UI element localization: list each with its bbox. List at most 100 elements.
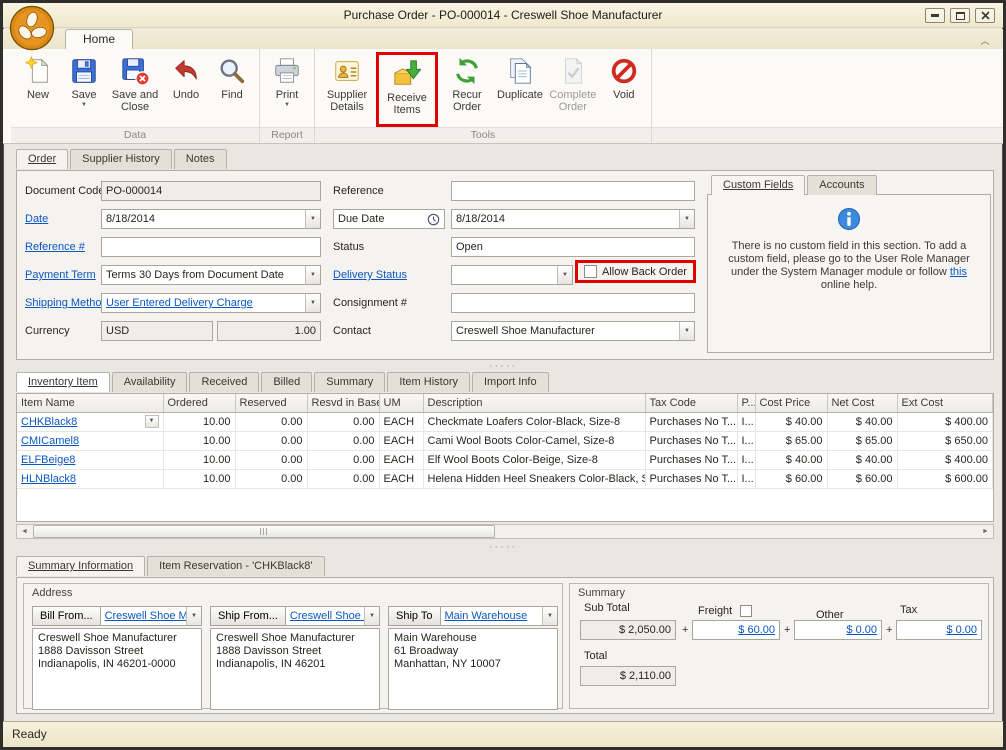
cell-reserved[interactable]: 0.00 (235, 412, 308, 432)
cell-ext-cost[interactable]: $ 400.00 (897, 412, 993, 432)
scrollbar-thumb[interactable] (33, 525, 495, 538)
date-label[interactable]: Date (25, 209, 48, 229)
cell-description[interactable]: Elf Wool Boots Color-Beige, Size-8 (423, 450, 646, 470)
cell-resvd[interactable]: 0.00 (307, 450, 380, 470)
cell-ordered[interactable]: 10.00 (163, 412, 236, 432)
app-logo-icon[interactable] (9, 5, 55, 51)
freight-field[interactable]: $ 60.00 (692, 620, 780, 640)
tab-order[interactable]: Order (16, 149, 69, 169)
cell-p[interactable]: I... (737, 469, 756, 489)
chevron-down-icon[interactable]: ▼ (679, 322, 694, 340)
cell-cost-price[interactable]: $ 40.00 (755, 450, 828, 470)
splitter-handle[interactable] (489, 544, 517, 552)
table-row[interactable]: ELFBeige8 10.00 0.00 0.00 EACH Elf Wool … (17, 450, 993, 470)
shipping-method-field[interactable]: User Entered Delivery Charge ▼ (101, 293, 321, 313)
ship-from-address[interactable]: Creswell Shoe Manufacturer 1888 Davisson… (210, 628, 380, 710)
undo-button[interactable]: Undo (163, 52, 209, 102)
reference-no-label[interactable]: Reference # (25, 237, 85, 257)
chevron-down-icon[interactable]: ▼ (542, 607, 557, 625)
payment-term-field[interactable]: Terms 30 Days from Document Date ▼ (101, 265, 321, 285)
delivery-status-field[interactable]: ▼ (451, 265, 573, 285)
cell-resvd[interactable]: 0.00 (307, 469, 380, 489)
cell-net-cost[interactable]: $ 65.00 (827, 431, 898, 451)
save-button[interactable]: Save ▼ (61, 52, 107, 109)
col-ordered[interactable]: Ordered (163, 394, 236, 413)
table-row[interactable]: HLNBlack8 10.00 0.00 0.00 EACH Helena Hi… (17, 469, 993, 489)
item-name-link[interactable]: ELFBeige8 (21, 454, 75, 466)
cell-description[interactable]: Checkmate Loafers Color-Black, Size-8 (423, 412, 646, 432)
tab-home[interactable]: Home (65, 29, 134, 49)
ship-from-button[interactable]: Ship From... (210, 606, 286, 626)
payment-term-label[interactable]: Payment Term (25, 265, 96, 285)
cell-description[interactable]: Helena Hidden Heel Sneakers Color-Black,… (423, 469, 646, 489)
cell-ordered[interactable]: 10.00 (163, 469, 236, 489)
ship-from-combo[interactable]: Creswell Shoe M ▼ (285, 606, 380, 626)
tab-supplier-history[interactable]: Supplier History (70, 149, 172, 169)
tab-item-reservation[interactable]: Item Reservation - 'CHKBlack8' (147, 556, 325, 576)
item-name-link[interactable]: HLNBlack8 (21, 473, 76, 485)
contact-field[interactable]: Creswell Shoe Manufacturer ▼ (451, 321, 695, 341)
col-resvd-in-base[interactable]: Resvd in Base (307, 394, 380, 413)
freight-checkbox[interactable] (740, 605, 752, 617)
currency-rate-field[interactable]: 1.00 (217, 321, 321, 341)
horizontal-scrollbar[interactable]: ◄ ► (16, 524, 994, 539)
cell-tax-code[interactable]: Purchases No T... (645, 431, 738, 451)
tab-summary-information[interactable]: Summary Information (16, 556, 146, 576)
tab-availability[interactable]: Availability (111, 372, 188, 392)
cell-cost-price[interactable]: $ 65.00 (755, 431, 828, 451)
cell-net-cost[interactable]: $ 60.00 (827, 469, 898, 489)
void-button[interactable]: Void (601, 52, 647, 102)
col-net-cost[interactable]: Net Cost (827, 394, 898, 413)
reference-no-field[interactable] (101, 237, 321, 257)
tab-notes[interactable]: Notes (173, 149, 227, 169)
chevron-down-icon[interactable]: ▼ (305, 210, 320, 228)
cell-ext-cost[interactable]: $ 600.00 (897, 469, 993, 489)
bill-from-combo[interactable]: Creswell Shoe M ▼ (100, 606, 202, 626)
print-button[interactable]: Print ▼ (264, 52, 310, 109)
allow-back-order-checkbox[interactable] (584, 265, 597, 278)
ship-to-address[interactable]: Main Warehouse 61 Broadway Manhattan, NY… (388, 628, 558, 710)
tab-inventory-item[interactable]: Inventory Item (16, 372, 110, 392)
cell-tax-code[interactable]: Purchases No T... (645, 450, 738, 470)
chevron-down-icon[interactable]: ▼ (557, 266, 572, 284)
due-date-field[interactable]: 8/18/2014 ▼ (451, 209, 695, 229)
other-field[interactable]: $ 0.00 (794, 620, 882, 640)
col-p[interactable]: P... (737, 394, 756, 413)
tab-accounts[interactable]: Accounts (807, 175, 877, 195)
due-date-selector[interactable]: Due Date (333, 209, 445, 229)
cell-um[interactable]: EACH (379, 412, 424, 432)
cell-reserved[interactable]: 0.00 (235, 469, 308, 489)
scroll-right-icon[interactable]: ► (978, 525, 993, 538)
cell-cost-price[interactable]: $ 40.00 (755, 412, 828, 432)
tax-field[interactable]: $ 0.00 (896, 620, 982, 640)
col-reserved[interactable]: Reserved (235, 394, 308, 413)
cell-p[interactable]: I... (737, 450, 756, 470)
consignment-field[interactable] (451, 293, 695, 313)
cell-um[interactable]: EACH (379, 450, 424, 470)
cell-resvd[interactable]: 0.00 (307, 412, 380, 432)
chevron-down-icon[interactable]: ▼ (364, 607, 379, 625)
cell-um[interactable]: EACH (379, 431, 424, 451)
document-code-field[interactable]: PO-000014 (101, 181, 321, 201)
cell-um[interactable]: EACH (379, 469, 424, 489)
col-tax-code[interactable]: Tax Code (645, 394, 738, 413)
close-button[interactable] (975, 8, 995, 23)
cell-ext-cost[interactable]: $ 400.00 (897, 450, 993, 470)
maximize-button[interactable] (950, 8, 970, 23)
collapse-ribbon-button[interactable]: ︿ (977, 34, 993, 47)
find-button[interactable]: Find (209, 52, 255, 102)
table-row[interactable]: CMICamel8 10.00 0.00 0.00 EACH Cami Wool… (17, 431, 993, 451)
status-field[interactable]: Open (451, 237, 695, 257)
chevron-down-icon[interactable]: ▼ (679, 210, 694, 228)
tab-custom-fields[interactable]: Custom Fields (711, 175, 806, 195)
new-button[interactable]: New (15, 52, 61, 102)
delivery-status-label[interactable]: Delivery Status (333, 265, 407, 285)
cell-resvd[interactable]: 0.00 (307, 431, 380, 451)
chevron-down-icon[interactable]: ▼ (144, 415, 159, 428)
cell-ext-cost[interactable]: $ 650.00 (897, 431, 993, 451)
reference-field[interactable] (451, 181, 695, 201)
cell-tax-code[interactable]: Purchases No T... (645, 412, 738, 432)
cell-tax-code[interactable]: Purchases No T... (645, 469, 738, 489)
currency-code-field[interactable]: USD (101, 321, 213, 341)
shipping-method-label[interactable]: Shipping Method (25, 293, 108, 313)
